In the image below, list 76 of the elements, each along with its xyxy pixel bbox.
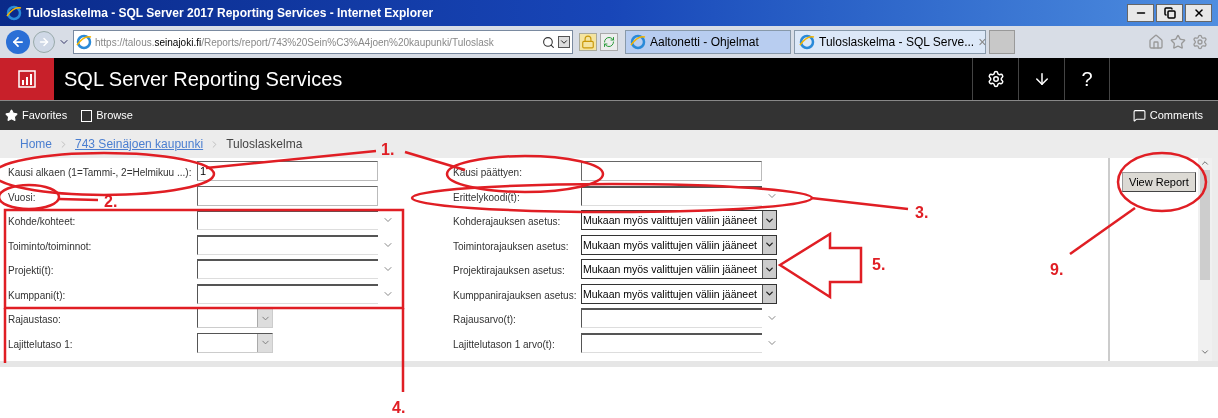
- back-arrow-icon: [11, 35, 25, 49]
- forward-arrow-icon: [38, 36, 50, 48]
- breadcrumb-link[interactable]: 743 Seinäjoen kaupunki: [75, 135, 204, 153]
- caret-icon[interactable]: [558, 36, 570, 48]
- browser-logo-icon: [6, 5, 22, 21]
- text-field[interactable]: 1: [197, 161, 378, 182]
- multi-select-field[interactable]: [581, 308, 762, 329]
- parameter-label: Kausi päättyen:: [453, 167, 522, 179]
- refresh-icon[interactable]: [600, 33, 618, 51]
- back-button[interactable]: [6, 30, 30, 54]
- text-field[interactable]: [197, 185, 378, 206]
- browser-logo-icon: [799, 34, 815, 50]
- gear-icon: [986, 70, 1005, 88]
- bar-chart-icon: [18, 70, 36, 88]
- browser-logo-icon: [76, 34, 92, 50]
- nav-item[interactable]: Browse: [81, 107, 133, 124]
- multi-select-field[interactable]: [197, 259, 378, 280]
- multi-select-field[interactable]: [581, 332, 762, 353]
- parameter-label: Toiminto/toiminnot:: [8, 240, 92, 252]
- tab-label: Tuloslaskelma - SQL Serve...: [819, 34, 975, 51]
- annotation-number: 3.: [915, 203, 929, 223]
- select-field[interactable]: Mukaan myös valittujen väliin jääneet: [581, 283, 777, 304]
- dropdown-field[interactable]: [197, 308, 273, 329]
- parameter-label: Rajausarvo(t):: [453, 314, 516, 326]
- parameter-label: Kumppanirajauksen asetus:: [453, 289, 577, 301]
- parameter-label: Lajittelutaso 1:: [8, 338, 73, 350]
- close-icon: [1192, 7, 1205, 19]
- parameter-label: Kohde/kohteet:: [8, 216, 76, 228]
- comments-button[interactable]: Comments: [1132, 107, 1203, 124]
- parameter-label: Toimintorajauksen asetus:: [453, 240, 569, 252]
- select-field[interactable]: Mukaan myös valittujen väliin jääneet: [581, 234, 777, 255]
- parameter-label: Lajittelutason 1 arvo(t):: [453, 338, 555, 350]
- parameter-label: Vuosi:: [8, 191, 36, 203]
- parameter-label: Rajaustaso:: [8, 314, 61, 326]
- multi-select-field[interactable]: [197, 283, 378, 304]
- page-icon: [81, 109, 93, 122]
- tab-label: Aaltonetti - Ohjelmat: [650, 34, 759, 51]
- parameter-label: Kohderajauksen asetus:: [453, 216, 561, 228]
- breadcrumb-current: Tuloslaskelma: [226, 136, 303, 153]
- select-field[interactable]: Mukaan myös valittujen väliin jääneet: [581, 259, 777, 280]
- scroll-down-icon[interactable]: [1200, 347, 1210, 357]
- annotation-number: 5.: [872, 255, 886, 275]
- comment-icon: [1132, 109, 1146, 122]
- address-field[interactable]: https://talous.seinajoki.fi/Reports/report/743%20Sein%C3%A4joen%20kaupunki/Tuloslask: [73, 30, 573, 54]
- star-icon: [5, 109, 18, 122]
- annotation-line: [1069, 206, 1136, 256]
- select-field[interactable]: Mukaan myös valittujen väliin jääneet: [581, 210, 777, 231]
- restore-icon: [1163, 7, 1176, 19]
- annotation-number: 1.: [381, 140, 395, 160]
- multi-select-field[interactable]: [197, 234, 378, 255]
- browser-tab[interactable]: Aaltonetti - Ohjelmat: [625, 30, 791, 54]
- star-icon[interactable]: [1170, 34, 1186, 50]
- close-button[interactable]: [1185, 4, 1212, 22]
- text-field[interactable]: [581, 161, 762, 182]
- multi-select-field[interactable]: [197, 210, 378, 231]
- dropdown-field[interactable]: [197, 332, 273, 353]
- window-title: Tuloslaskelma - SQL Server 2017 Reporting Services - Internet Explorer: [26, 5, 434, 22]
- minimize-button[interactable]: [1127, 4, 1154, 22]
- url-text: https://talous.seinajoki.fi/Reports/report/743%20Sein%C3%A4joen%20kaupunki/Tuloslask: [95, 35, 495, 50]
- annotation-line: [58, 197, 99, 202]
- browser-logo-icon: [630, 34, 646, 50]
- search-icon[interactable]: [542, 35, 555, 49]
- parameter-label: Projekti(t):: [8, 265, 54, 277]
- scrollbar[interactable]: [1198, 158, 1212, 361]
- parameter-label: Erittelykoodi(t):: [453, 191, 520, 203]
- multi-select-field[interactable]: [581, 185, 762, 206]
- nav-item[interactable]: Favorites: [5, 107, 68, 124]
- parameter-label: Kausi alkaen (1=Tammi-, 2=Helmikuu ...):: [8, 167, 192, 179]
- app-title: SQL Server Reporting Services: [64, 67, 343, 92]
- scroll-up-icon[interactable]: [1200, 158, 1210, 168]
- restore-button[interactable]: [1156, 4, 1183, 22]
- parameter-label: Kumppani(t):: [8, 289, 66, 301]
- annotation-number: 4.: [392, 398, 406, 418]
- annotation-number: 9.: [1050, 260, 1064, 280]
- parameter-label: Projektirajauksen asetus:: [453, 265, 565, 277]
- view-report-button[interactable]: View Report: [1122, 172, 1196, 193]
